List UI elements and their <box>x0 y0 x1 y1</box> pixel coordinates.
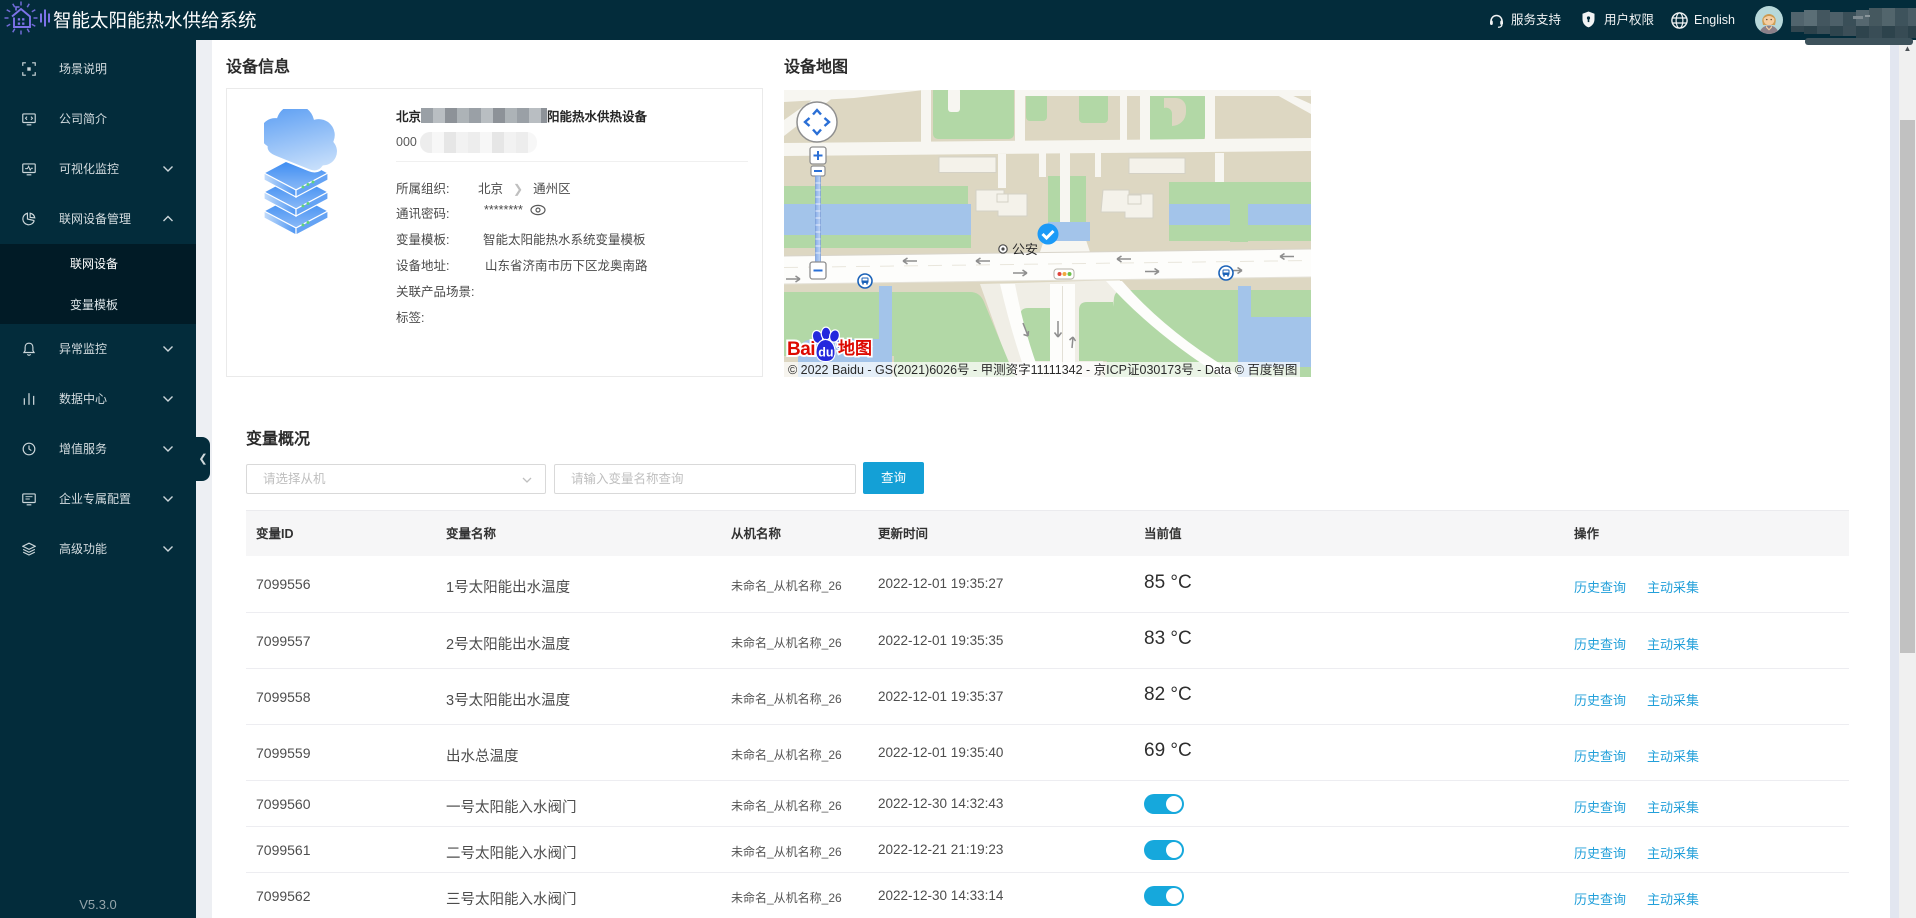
svg-text:du: du <box>818 346 833 360</box>
svg-text:Bai: Bai <box>787 339 815 360</box>
svg-text:公安: 公安 <box>1012 242 1038 257</box>
svg-text:© 2022 Baidu - GS(2021)6026号 -: © 2022 Baidu - GS(2021)6026号 - 甲测资字11111… <box>788 362 1297 377</box>
svg-text:地图: 地图 <box>838 338 872 358</box>
